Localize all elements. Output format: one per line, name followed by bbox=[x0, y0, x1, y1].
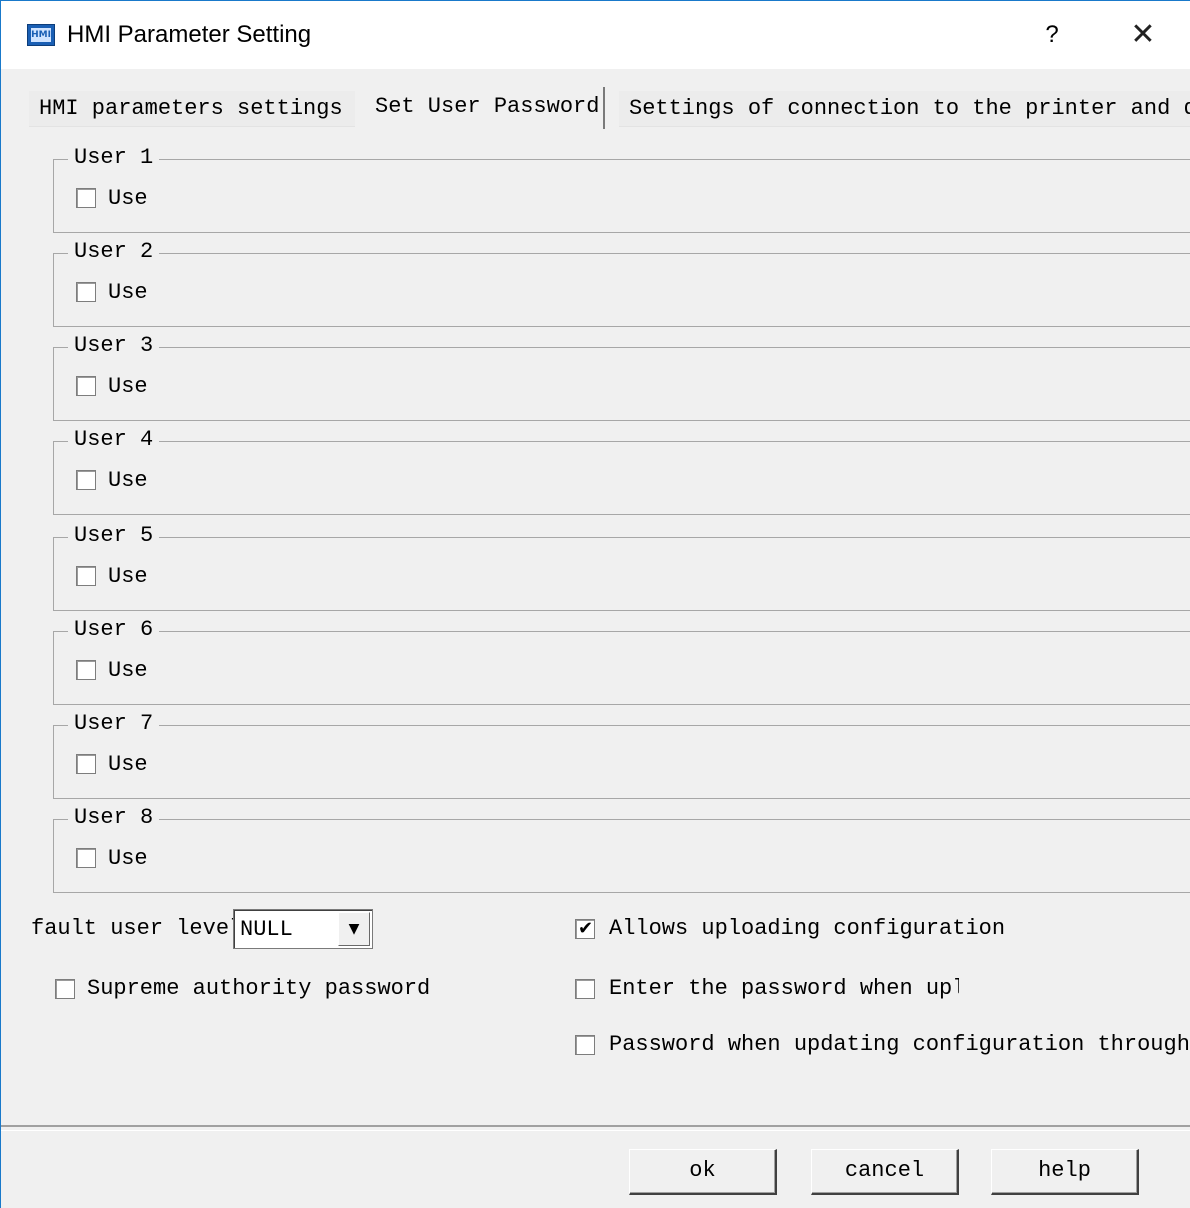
hmi-app-icon: HMI bbox=[27, 24, 55, 46]
user-3-use-checkbox[interactable] bbox=[76, 376, 96, 396]
user-4-group: User 4 Use bbox=[53, 425, 1190, 515]
user-7-use-label: Use bbox=[108, 752, 148, 777]
chevron-down-icon[interactable]: ▼ bbox=[338, 912, 370, 946]
user-7-group: User 7 Use bbox=[53, 709, 1190, 799]
user-8-use-label: Use bbox=[108, 846, 148, 871]
user-3-legend: User 3 bbox=[68, 331, 160, 361]
allow-upload-label: Allows uploading configuration bbox=[609, 916, 1006, 941]
password-on-upload-checkbox[interactable] bbox=[575, 979, 595, 999]
user-6-legend: User 6 bbox=[68, 615, 160, 645]
tab-strip: HMI parameters settings Set User Passwor… bbox=[29, 87, 1190, 129]
user-7-use-checkbox[interactable] bbox=[76, 754, 96, 774]
tab-hmi-parameters-settings[interactable]: HMI parameters settings bbox=[29, 91, 355, 127]
user-2-use-label: Use bbox=[108, 280, 148, 305]
app-icon-text: HMI bbox=[31, 28, 51, 42]
user-2-legend: User 2 bbox=[68, 237, 160, 267]
close-icon[interactable]: ✕ bbox=[1125, 17, 1161, 53]
cancel-button[interactable]: cancel bbox=[811, 1149, 959, 1195]
window-title: HMI Parameter Setting bbox=[67, 21, 312, 48]
default-user-level-select[interactable]: NULL ▼ bbox=[233, 909, 373, 949]
user-5-use-checkbox[interactable] bbox=[76, 566, 96, 586]
user-8-use-checkbox[interactable] bbox=[76, 848, 96, 868]
title-bar: HMI HMI Parameter Setting ? ✕ bbox=[1, 1, 1190, 69]
user-5-group: User 5 Use bbox=[53, 521, 1190, 611]
user-4-use-label: Use bbox=[108, 468, 148, 493]
user-1-use-checkbox[interactable] bbox=[76, 188, 96, 208]
user-5-use-label: Use bbox=[108, 564, 148, 589]
password-udisk-update-checkbox[interactable] bbox=[575, 1035, 595, 1055]
user-8-group: User 8 Use bbox=[53, 803, 1190, 893]
allow-upload-checkbox[interactable]: ✔ bbox=[575, 918, 595, 939]
user-5-legend: User 5 bbox=[68, 521, 160, 551]
user-6-use-checkbox[interactable] bbox=[76, 660, 96, 680]
user-4-use-checkbox[interactable] bbox=[76, 470, 96, 490]
user-6-group: User 6 Use bbox=[53, 615, 1190, 705]
help-icon[interactable]: ? bbox=[1037, 17, 1067, 53]
user-2-group: User 2 Use bbox=[53, 237, 1190, 327]
default-user-level-value: NULL bbox=[240, 917, 293, 942]
hmi-parameter-setting-dialog: HMI HMI Parameter Setting ? ✕ HMI parame… bbox=[0, 0, 1190, 1208]
button-separator bbox=[1, 1125, 1190, 1131]
user-7-legend: User 7 bbox=[68, 709, 160, 739]
tab-set-user-password[interactable]: Set User Password bbox=[365, 87, 605, 129]
user-3-group: User 3 Use bbox=[53, 331, 1190, 421]
user-1-group: User 1 Use bbox=[53, 143, 1190, 233]
ok-button[interactable]: ok bbox=[629, 1149, 777, 1195]
user-3-use-label: Use bbox=[108, 374, 148, 399]
password-on-upload-label: Enter the password when uploс bbox=[609, 976, 959, 1001]
user-2-use-checkbox[interactable] bbox=[76, 282, 96, 302]
supreme-authority-password-label: Supreme authority password bbox=[87, 976, 431, 1001]
password-udisk-update-label: Password when updating configuration thr… bbox=[609, 1032, 1189, 1057]
user-1-use-label: Use bbox=[108, 186, 148, 211]
user-1-legend: User 1 bbox=[68, 143, 160, 173]
supreme-authority-password-checkbox[interactable] bbox=[55, 979, 75, 999]
default-user-level-label: fault user level: bbox=[31, 916, 256, 941]
user-8-legend: User 8 bbox=[68, 803, 160, 833]
help-button[interactable]: help bbox=[991, 1149, 1139, 1195]
check-icon: ✔ bbox=[578, 918, 594, 939]
user-6-use-label: Use bbox=[108, 658, 148, 683]
user-4-legend: User 4 bbox=[68, 425, 160, 455]
tab-printer-connection-settings[interactable]: Settings of connection to the printer an… bbox=[619, 91, 1190, 127]
